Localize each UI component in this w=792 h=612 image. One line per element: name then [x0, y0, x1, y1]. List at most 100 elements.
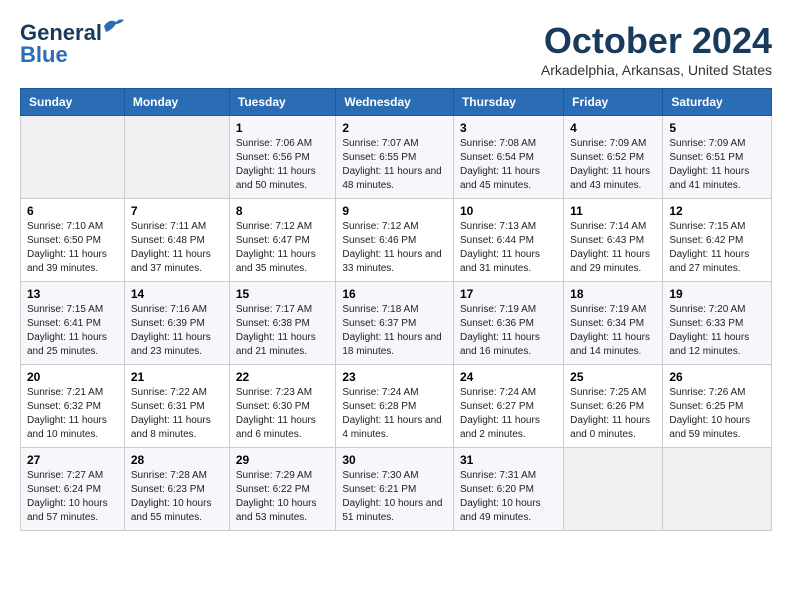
day-number: 1: [236, 121, 330, 135]
calendar-cell: 3 Sunrise: 7:08 AMSunset: 6:54 PMDaylight…: [453, 116, 563, 199]
calendar-cell: [21, 116, 125, 199]
day-number: 19: [669, 287, 765, 301]
calendar-cell: 6 Sunrise: 7:10 AMSunset: 6:50 PMDaylight…: [21, 199, 125, 282]
calendar-cell: 12 Sunrise: 7:15 AMSunset: 6:42 PMDayligh…: [663, 199, 772, 282]
calendar-cell: 11 Sunrise: 7:14 AMSunset: 6:43 PMDayligh…: [564, 199, 663, 282]
day-info: Sunrise: 7:19 AMSunset: 6:34 PMDaylight:…: [570, 303, 656, 359]
day-info: Sunrise: 7:18 AMSunset: 6:37 PMDaylight:…: [342, 303, 447, 359]
day-info: Sunrise: 7:08 AMSunset: 6:54 PMDaylight:…: [460, 137, 557, 193]
calendar-cell: 21 Sunrise: 7:22 AMSunset: 6:31 PMDayligh…: [124, 365, 229, 448]
col-header-monday: Monday: [124, 89, 229, 116]
calendar-cell: 5 Sunrise: 7:09 AMSunset: 6:51 PMDaylight…: [663, 116, 772, 199]
day-info: Sunrise: 7:25 AMSunset: 6:26 PMDaylight:…: [570, 386, 656, 442]
day-number: 30: [342, 453, 447, 467]
day-number: 10: [460, 204, 557, 218]
day-number: 16: [342, 287, 447, 301]
day-info: Sunrise: 7:17 AMSunset: 6:38 PMDaylight:…: [236, 303, 330, 359]
col-header-friday: Friday: [564, 89, 663, 116]
day-number: 20: [27, 370, 118, 384]
calendar-cell: 22 Sunrise: 7:23 AMSunset: 6:30 PMDayligh…: [229, 365, 336, 448]
page-header: General Blue October 2024 Arkadelphia, A…: [20, 20, 772, 78]
calendar-cell: 31Sunrise: 7:31 AMSunset: 6:20 PMDayligh…: [453, 448, 563, 531]
day-info: Sunrise: 7:15 AMSunset: 6:42 PMDaylight:…: [669, 220, 765, 276]
day-info: Sunrise: 7:30 AMSunset: 6:21 PMDaylight:…: [342, 469, 447, 525]
day-number: 8: [236, 204, 330, 218]
day-info: Sunrise: 7:10 AMSunset: 6:50 PMDaylight:…: [27, 220, 118, 276]
day-number: 3: [460, 121, 557, 135]
calendar-cell: 9 Sunrise: 7:12 AMSunset: 6:46 PMDaylight…: [336, 199, 454, 282]
calendar-cell: 19 Sunrise: 7:20 AMSunset: 6:33 PMDayligh…: [663, 282, 772, 365]
calendar-cell: 23Sunrise: 7:24 AMSunset: 6:28 PMDayligh…: [336, 365, 454, 448]
calendar-cell: 8 Sunrise: 7:12 AMSunset: 6:47 PMDaylight…: [229, 199, 336, 282]
calendar-cell: 13Sunrise: 7:15 AMSunset: 6:41 PMDayligh…: [21, 282, 125, 365]
day-number: 7: [131, 204, 223, 218]
calendar-cell: 25 Sunrise: 7:25 AMSunset: 6:26 PMDayligh…: [564, 365, 663, 448]
calendar-cell: 4 Sunrise: 7:09 AMSunset: 6:52 PMDaylight…: [564, 116, 663, 199]
col-header-saturday: Saturday: [663, 89, 772, 116]
col-header-sunday: Sunday: [21, 89, 125, 116]
day-number: 27: [27, 453, 118, 467]
day-info: Sunrise: 7:11 AMSunset: 6:48 PMDaylight:…: [131, 220, 223, 276]
calendar-cell: 7 Sunrise: 7:11 AMSunset: 6:48 PMDaylight…: [124, 199, 229, 282]
day-info: Sunrise: 7:31 AMSunset: 6:20 PMDaylight:…: [460, 469, 557, 525]
day-info: Sunrise: 7:14 AMSunset: 6:43 PMDaylight:…: [570, 220, 656, 276]
location-subtitle: Arkadelphia, Arkansas, United States: [541, 62, 772, 78]
calendar-cell: 14 Sunrise: 7:16 AMSunset: 6:39 PMDayligh…: [124, 282, 229, 365]
col-header-thursday: Thursday: [453, 89, 563, 116]
day-info: Sunrise: 7:26 AMSunset: 6:25 PMDaylight:…: [669, 386, 765, 442]
calendar-cell: [124, 116, 229, 199]
day-info: Sunrise: 7:24 AMSunset: 6:27 PMDaylight:…: [460, 386, 557, 442]
day-info: Sunrise: 7:21 AMSunset: 6:32 PMDaylight:…: [27, 386, 118, 442]
title-block: October 2024 Arkadelphia, Arkansas, Unit…: [541, 20, 772, 78]
calendar-table: SundayMondayTuesdayWednesdayThursdayFrid…: [20, 88, 772, 531]
day-number: 2: [342, 121, 447, 135]
day-info: Sunrise: 7:13 AMSunset: 6:44 PMDaylight:…: [460, 220, 557, 276]
calendar-cell: 29 Sunrise: 7:29 AMSunset: 6:22 PMDayligh…: [229, 448, 336, 531]
calendar-cell: 2 Sunrise: 7:07 AMSunset: 6:55 PMDaylight…: [336, 116, 454, 199]
logo-bird-icon: [102, 16, 124, 34]
logo: General Blue: [20, 20, 102, 68]
day-number: 26: [669, 370, 765, 384]
day-number: 29: [236, 453, 330, 467]
day-info: Sunrise: 7:09 AMSunset: 6:51 PMDaylight:…: [669, 137, 765, 193]
day-number: 14: [131, 287, 223, 301]
calendar-cell: 26 Sunrise: 7:26 AMSunset: 6:25 PMDayligh…: [663, 365, 772, 448]
day-number: 6: [27, 204, 118, 218]
day-number: 15: [236, 287, 330, 301]
day-number: 28: [131, 453, 223, 467]
calendar-cell: [564, 448, 663, 531]
day-number: 18: [570, 287, 656, 301]
day-number: 12: [669, 204, 765, 218]
day-number: 25: [570, 370, 656, 384]
day-info: Sunrise: 7:12 AMSunset: 6:46 PMDaylight:…: [342, 220, 447, 276]
day-number: 4: [570, 121, 656, 135]
calendar-cell: 15 Sunrise: 7:17 AMSunset: 6:38 PMDayligh…: [229, 282, 336, 365]
calendar-cell: 18 Sunrise: 7:19 AMSunset: 6:34 PMDayligh…: [564, 282, 663, 365]
day-info: Sunrise: 7:15 AMSunset: 6:41 PMDaylight:…: [27, 303, 118, 359]
day-info: Sunrise: 7:20 AMSunset: 6:33 PMDaylight:…: [669, 303, 765, 359]
day-info: Sunrise: 7:12 AMSunset: 6:47 PMDaylight:…: [236, 220, 330, 276]
calendar-cell: 17Sunrise: 7:19 AMSunset: 6:36 PMDayligh…: [453, 282, 563, 365]
day-number: 24: [460, 370, 557, 384]
calendar-cell: 24 Sunrise: 7:24 AMSunset: 6:27 PMDayligh…: [453, 365, 563, 448]
calendar-cell: 28 Sunrise: 7:28 AMSunset: 6:23 PMDayligh…: [124, 448, 229, 531]
day-number: 11: [570, 204, 656, 218]
day-info: Sunrise: 7:09 AMSunset: 6:52 PMDaylight:…: [570, 137, 656, 193]
day-info: Sunrise: 7:22 AMSunset: 6:31 PMDaylight:…: [131, 386, 223, 442]
day-number: 22: [236, 370, 330, 384]
day-number: 5: [669, 121, 765, 135]
day-number: 9: [342, 204, 447, 218]
day-number: 21: [131, 370, 223, 384]
col-header-tuesday: Tuesday: [229, 89, 336, 116]
day-info: Sunrise: 7:28 AMSunset: 6:23 PMDaylight:…: [131, 469, 223, 525]
day-info: Sunrise: 7:07 AMSunset: 6:55 PMDaylight:…: [342, 137, 447, 193]
day-info: Sunrise: 7:16 AMSunset: 6:39 PMDaylight:…: [131, 303, 223, 359]
calendar-cell: 20 Sunrise: 7:21 AMSunset: 6:32 PMDayligh…: [21, 365, 125, 448]
logo-general: General: [20, 20, 102, 45]
calendar-cell: 16 Sunrise: 7:18 AMSunset: 6:37 PMDayligh…: [336, 282, 454, 365]
day-info: Sunrise: 7:29 AMSunset: 6:22 PMDaylight:…: [236, 469, 330, 525]
calendar-cell: 1Sunrise: 7:06 AMSunset: 6:56 PMDaylight…: [229, 116, 336, 199]
day-info: Sunrise: 7:23 AMSunset: 6:30 PMDaylight:…: [236, 386, 330, 442]
calendar-cell: 30 Sunrise: 7:30 AMSunset: 6:21 PMDayligh…: [336, 448, 454, 531]
day-info: Sunrise: 7:19 AMSunset: 6:36 PMDaylight:…: [460, 303, 557, 359]
